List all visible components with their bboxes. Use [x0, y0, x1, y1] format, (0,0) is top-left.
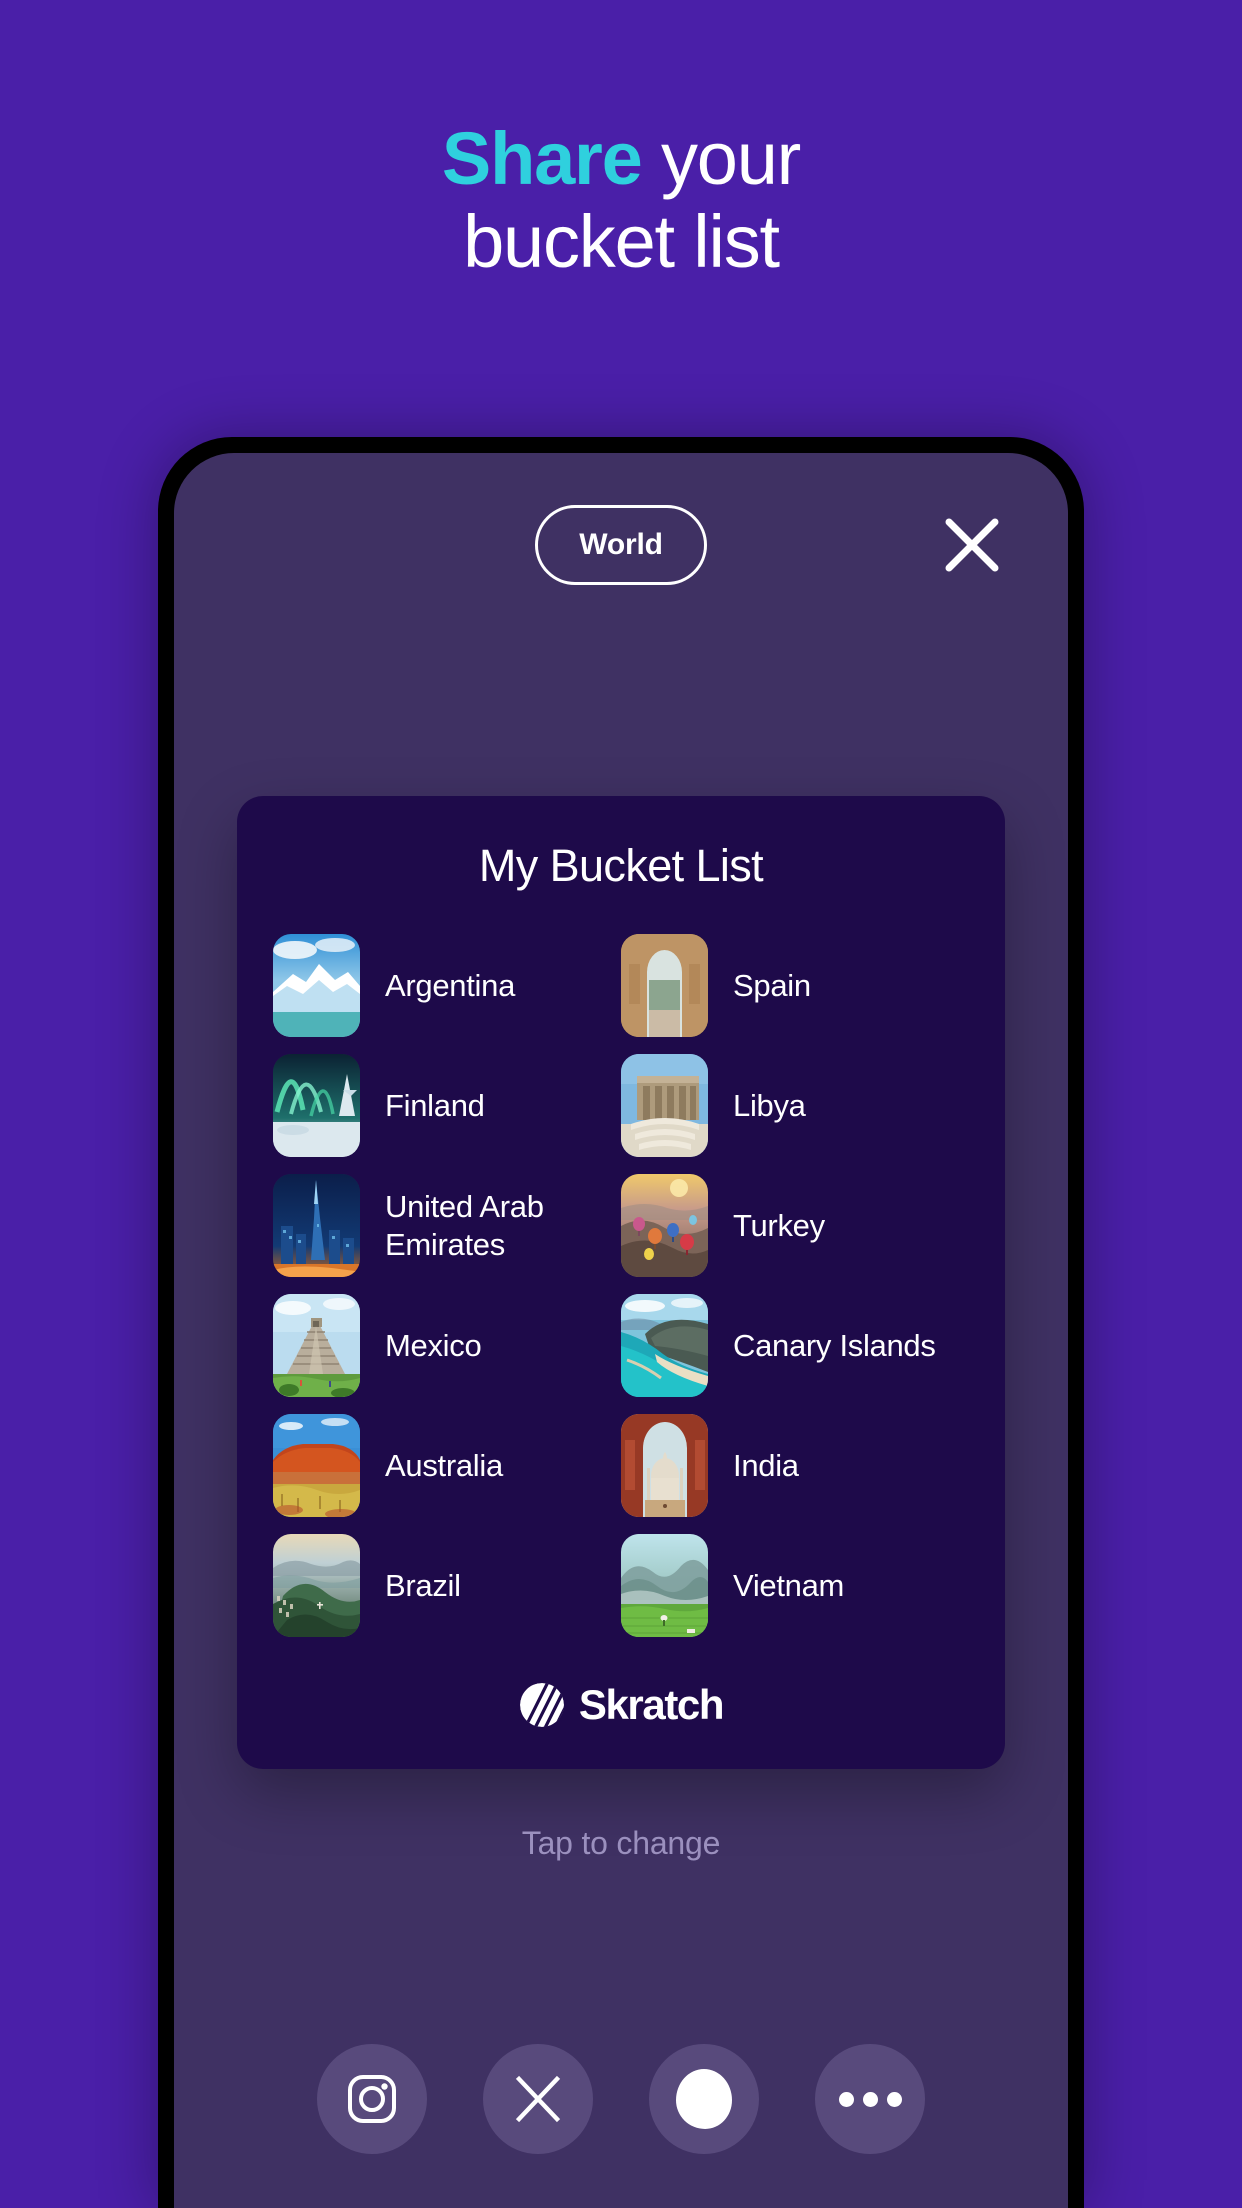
destination-thumbnail-uae — [273, 1174, 360, 1277]
bucket-list-card[interactable]: My Bucket List Argentina Spain Finland L… — [237, 796, 1005, 1769]
destination-label: Argentina — [385, 967, 516, 1003]
destination-label: Brazil — [385, 1567, 461, 1603]
list-item[interactable]: Argentina — [273, 934, 621, 1037]
phone-mockup-frame: World My Bucket List Argentina Spain Fin… — [158, 437, 1084, 2208]
destination-label: Vietnam — [733, 1567, 845, 1603]
close-icon — [943, 516, 1001, 574]
list-item[interactable]: Libya — [621, 1054, 969, 1157]
destination-thumbnail-spain — [621, 934, 708, 1037]
close-button[interactable] — [936, 509, 1008, 581]
destination-label: Finland — [385, 1087, 485, 1123]
instagram-icon — [345, 2072, 399, 2126]
destination-label: Turkey — [733, 1207, 825, 1243]
more-dots-icon — [838, 2091, 902, 2107]
destination-thumbnail-brazil — [273, 1534, 360, 1637]
list-item[interactable]: Mexico — [273, 1294, 621, 1397]
share-button-x[interactable] — [483, 2044, 593, 2154]
headline-line-1: Share your — [0, 117, 1242, 201]
page-headline: Share your bucket list — [0, 117, 1242, 284]
destination-thumbnail-finland — [273, 1054, 360, 1157]
headline-rest-line1: your — [641, 117, 801, 200]
destination-label: Canary Islands — [733, 1327, 936, 1363]
destination-label: India — [733, 1447, 799, 1483]
destination-label: Australia — [385, 1447, 503, 1483]
list-item[interactable]: Finland — [273, 1054, 621, 1157]
list-item[interactable]: India — [621, 1414, 969, 1517]
destination-label: Mexico — [385, 1327, 482, 1363]
list-item[interactable]: Canary Islands — [621, 1294, 969, 1397]
list-item[interactable]: Brazil — [273, 1534, 621, 1637]
destination-thumbnail-libya — [621, 1054, 708, 1157]
x-twitter-icon — [513, 2074, 563, 2124]
destination-label: Libya — [733, 1087, 806, 1123]
destination-thumbnail-turkey — [621, 1174, 708, 1277]
destination-thumbnail-mexico — [273, 1294, 360, 1397]
headline-line-2: bucket list — [463, 199, 780, 283]
messages-blob-icon — [676, 2069, 732, 2129]
destination-thumbnail-vietnam — [621, 1534, 708, 1637]
destination-thumbnail-australia — [273, 1414, 360, 1517]
share-button-more[interactable] — [815, 2044, 925, 2154]
brand-lockup: Skratch — [237, 1681, 1005, 1729]
skratch-logo-icon — [519, 1682, 565, 1728]
share-button-messages[interactable] — [649, 2044, 759, 2154]
destination-thumbnail-canary-islands — [621, 1294, 708, 1397]
tap-to-change-hint[interactable]: Tap to change — [174, 1825, 1068, 1862]
share-bar — [174, 2018, 1068, 2208]
phone-screen: World My Bucket List Argentina Spain Fin… — [174, 453, 1068, 2208]
destination-thumbnail-argentina — [273, 934, 360, 1037]
headline-accent-word: Share — [441, 117, 643, 200]
share-button-instagram[interactable] — [317, 2044, 427, 2154]
region-filter-pill[interactable]: World — [535, 505, 707, 585]
list-item[interactable]: Australia — [273, 1414, 621, 1517]
card-title: My Bucket List — [478, 840, 764, 891]
destination-label: Spain — [733, 967, 811, 1003]
brand-name: Skratch — [578, 1681, 725, 1728]
list-item[interactable]: United Arab Emirates — [273, 1174, 621, 1277]
list-item[interactable]: Spain — [621, 934, 969, 1037]
app-topbar: World — [174, 493, 1068, 599]
list-item[interactable]: Vietnam — [621, 1534, 969, 1637]
destination-grid: Argentina Spain Finland Libya United Ara… — [237, 934, 1005, 1637]
destination-thumbnail-india — [621, 1414, 708, 1517]
list-item[interactable]: Turkey — [621, 1174, 969, 1277]
destination-label: United Arab Emirates — [385, 1188, 544, 1262]
